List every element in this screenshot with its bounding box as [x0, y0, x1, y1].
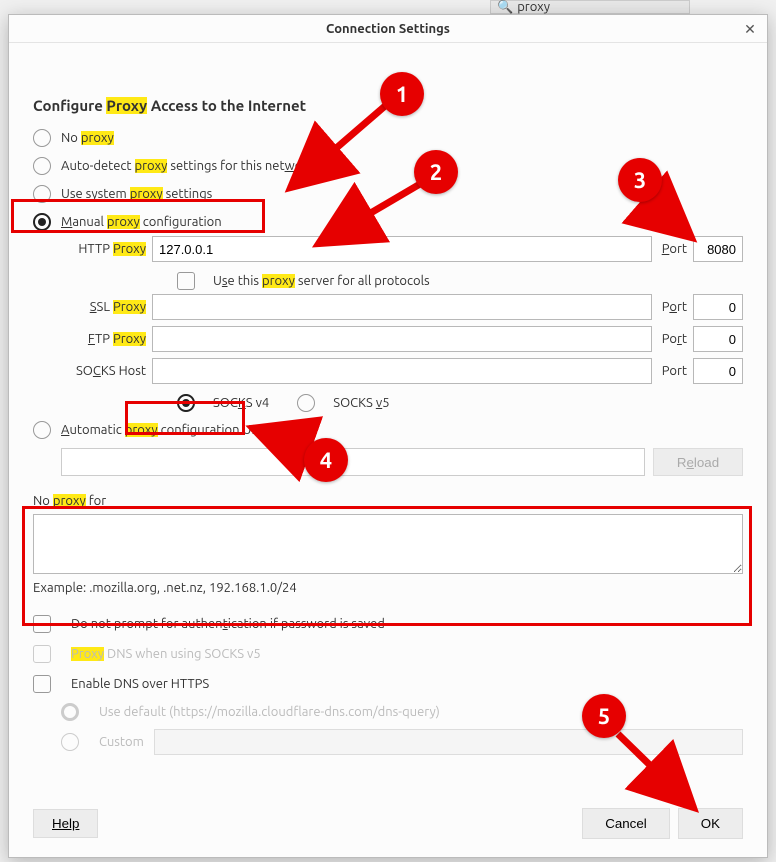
radio-socks-v4[interactable] — [177, 394, 195, 412]
no-prompt-auth-checkbox[interactable]: Do not prompt for authentication if pass… — [33, 609, 743, 639]
socks-host-input[interactable] — [152, 358, 652, 384]
checkbox-icon — [33, 615, 51, 633]
checkbox-icon — [177, 272, 195, 290]
auto-config-url-input[interactable] — [61, 448, 645, 476]
ssl-proxy-input[interactable] — [152, 294, 652, 320]
annotation-circle-4: 4 — [304, 438, 348, 482]
radio-icon — [33, 185, 51, 203]
cancel-button[interactable]: Cancel — [582, 808, 670, 839]
socks-port-input[interactable] — [693, 358, 743, 384]
checkbox-label: Do not prompt for authentication if pass… — [71, 617, 385, 631]
radio-auto-config-url[interactable]: Automatic proxy configuration URL — [33, 416, 743, 444]
radio-label: Manual proxy configuration — [61, 215, 222, 229]
no-proxy-for-textarea[interactable] — [33, 514, 743, 574]
checkbox-icon — [33, 675, 51, 693]
ftp-proxy-label: FTP Proxy — [61, 332, 146, 346]
radio-label: No proxy — [61, 131, 114, 145]
close-icon[interactable]: ✕ — [741, 20, 759, 38]
search-value: proxy — [517, 0, 550, 14]
doh-custom-input — [154, 729, 743, 755]
radio-label: Automatic proxy configuration URL — [61, 423, 266, 437]
no-proxy-for-label: No proxy for — [33, 494, 743, 508]
ftp-port-input[interactable] — [693, 326, 743, 352]
radio-label: Auto-detect proxy settings for this netw… — [61, 159, 314, 173]
radio-icon — [61, 703, 79, 721]
doh-custom: Custom — [61, 725, 743, 759]
ssl-port-label: Port — [662, 300, 687, 314]
proxy-dns-socks-checkbox: Proxy DNS when using SOCKS v5 — [33, 639, 743, 669]
search-icon: 🔍 — [497, 0, 513, 15]
radio-label: Use default (https://mozilla.cloudflare-… — [99, 705, 440, 719]
radio-icon — [33, 129, 51, 147]
radio-icon — [33, 421, 51, 439]
http-port-input[interactable] — [693, 236, 743, 262]
annotation-circle-3: 3 — [618, 158, 662, 202]
http-proxy-label: HTTP Proxy — [61, 242, 146, 256]
http-port-label: Port — [662, 242, 687, 256]
annotation-circle-5: 5 — [582, 694, 626, 738]
checkbox-icon — [33, 645, 51, 663]
radio-socks-v5[interactable] — [297, 394, 315, 412]
dialog-titlebar: Connection Settings ✕ — [9, 15, 767, 43]
annotation-circle-2: 2 — [414, 150, 458, 194]
ok-button[interactable]: OK — [678, 808, 743, 839]
ssl-proxy-label: SSL Proxy — [61, 300, 146, 314]
radio-label: Use system proxy settings — [61, 187, 212, 201]
socks-port-label: Port — [662, 364, 687, 378]
background-search-tab: 🔍 proxy — [490, 0, 690, 14]
ftp-proxy-input[interactable] — [152, 326, 652, 352]
ftp-port-label: Port — [662, 332, 687, 346]
socks-host-label: SOCKS Host — [61, 364, 146, 378]
radio-icon — [33, 157, 51, 175]
reload-button: Reload — [653, 448, 743, 476]
http-proxy-input[interactable] — [152, 236, 652, 262]
ssl-port-input[interactable] — [693, 294, 743, 320]
no-proxy-example: Example: .mozilla.org, .net.nz, 192.168.… — [33, 581, 743, 595]
radio-no-proxy[interactable]: No proxy — [33, 124, 743, 152]
checkbox-label: Proxy DNS when using SOCKS v5 — [71, 647, 261, 661]
radio-manual-proxy[interactable]: Manual proxy configuration — [33, 208, 743, 236]
dialog-title: Connection Settings — [326, 22, 450, 36]
use-for-all-protocols[interactable]: Use this proxy server for all protocols — [177, 268, 743, 294]
checkbox-label: Use this proxy server for all protocols — [213, 274, 430, 288]
doh-use-default: Use default (https://mozilla.cloudflare-… — [61, 699, 743, 725]
radio-label: Custom — [99, 735, 144, 749]
radio-icon — [61, 733, 79, 751]
annotation-circle-1: 1 — [380, 72, 424, 116]
checkbox-label: Enable DNS over HTTPS — [71, 677, 209, 691]
connection-settings-dialog: Connection Settings ✕ Configure Proxy Ac… — [8, 14, 768, 858]
radio-icon — [33, 213, 51, 231]
socks-v5-label: SOCKS v5 — [333, 396, 389, 410]
help-button[interactable]: Help — [33, 809, 98, 838]
socks-v4-label: SOCKS v4 — [213, 396, 269, 410]
enable-doh-checkbox[interactable]: Enable DNS over HTTPS — [33, 669, 743, 699]
